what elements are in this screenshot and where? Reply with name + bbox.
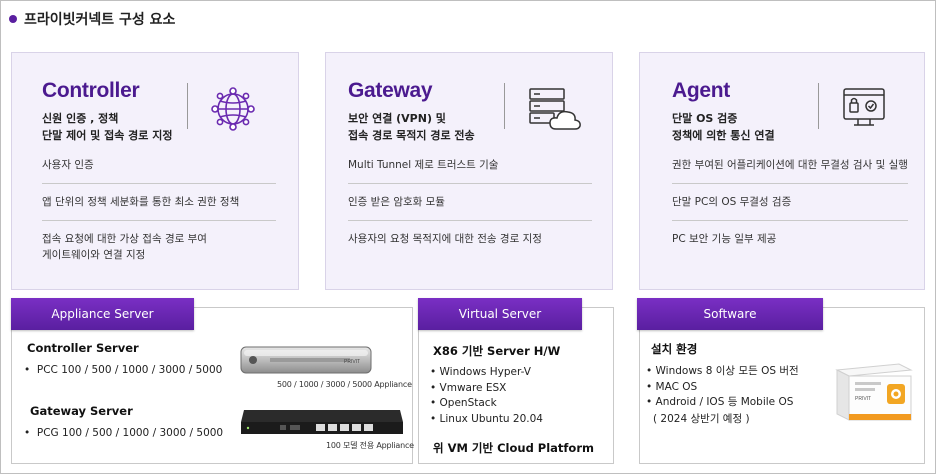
list-item: 접속 요청에 대한 가상 접속 경로 부여 게이트웨이와 연결 지정 [42,231,276,273]
list-item: MAC OS [646,380,799,396]
gateway-desc-line: 보안 연결 (VPN) 및 [348,112,446,125]
cloud-platform-label: 위 VM 기반 Cloud Platform [433,441,594,455]
controller-title: Controller [42,79,140,102]
agent-feature-list: 권한 부여된 어플리케이션에 대한 무결성 검사 및 실행 단말 PC의 OS … [672,157,908,267]
controller-models-text: PCC 100 / 500 / 1000 / 3000 / 5000 [36,364,223,376]
appliance-server-tab: Appliance Server [11,298,194,330]
list-item: Windows 8 이상 모든 OS 버전 [646,364,799,380]
controller-server-title: Controller Server [27,341,139,355]
controller-card: Controller 신원 인증 , 정책 단말 제어 및 접속 경로 지정 사… [11,52,299,290]
list-item: OpenStack [430,396,543,412]
agent-desc-line: 단말 OS 검증 [672,112,738,125]
title-bullet-icon [9,15,17,23]
page-title: 프라이빗커넥트 구성 요소 [9,9,175,29]
virtual-server-tab: Virtual Server [418,298,582,330]
list-item: 권한 부여된 어플리케이션에 대한 무결성 검사 및 실행 [672,157,908,184]
gateway-description: 보안 연결 (VPN) 및 접속 경로 목적지 경로 전송 [348,110,475,144]
gateway-server-models: • PCG 100 / 500 / 1000 / 3000 / 5000 [24,427,224,439]
list-item: 앱 단위의 정책 세분화를 통한 최소 권한 정책 [42,194,276,221]
agent-card: Agent 단말 OS 검증 정책에 의한 통신 연결 권한 부여된 어플리케이… [639,52,925,290]
gateway-appliance-image [241,410,403,434]
controller-desc-line: 신원 인증 , 정책 [42,112,119,125]
list-item: 인증 받은 암호화 모듈 [348,194,592,221]
gateway-card: Gateway 보안 연결 (VPN) 및 접속 경로 목적지 경로 전송 Mu… [325,52,613,290]
agent-title: Agent [672,79,730,102]
agent-description: 단말 OS 검증 정책에 의한 통신 연결 [672,110,775,144]
list-item-line: 게이트웨이와 연결 지정 [42,249,146,261]
gateway-desc-line: 접속 경로 목적지 경로 전송 [348,129,475,142]
gateway-server-title: Gateway Server [30,404,133,418]
controller-feature-list: 사용자 인증 앱 단위의 정책 세분화를 통한 최소 권한 정책 접속 요청에 … [42,157,276,283]
list-item: 단말 PC의 OS 무결성 검증 [672,194,908,221]
gateway-title: Gateway [348,79,433,102]
controller-desc-line: 단말 제어 및 접속 경로 지정 [42,129,173,142]
secure-device-icon [843,88,885,126]
list-item: PC 보안 기능 일부 제공 [672,233,777,245]
list-item-line: 접속 요청에 대한 가상 접속 경로 부여 [42,233,207,245]
software-package-image: PRIVIT [835,363,913,421]
virtual-server-title: X86 기반 Server H/W [433,344,561,358]
globe-network-icon [211,87,255,131]
mobile-schedule-note: ( 2024 상반기 예정 ) [653,413,750,425]
agent-desc-line: 정책에 의한 통신 연결 [672,129,775,142]
list-item: Multi Tunnel 제로 트러스트 기술 [348,157,592,184]
list-item: Linux Ubuntu 20.04 [430,412,543,428]
list-item: 사용자의 요청 목적지에 대한 전송 경로 지정 [348,233,542,245]
controller-description: 신원 인증 , 정책 단말 제어 및 접속 경로 지정 [42,110,172,144]
list-item: Android / IOS 등 Mobile OS [646,395,799,411]
divider [818,83,819,129]
appliance-label: PRIVIT [344,359,360,365]
controller-appliance-image: PRIVIT [240,346,372,374]
divider [504,83,505,129]
controller-server-models: • PCC 100 / 500 / 1000 / 3000 / 5000 [24,364,223,376]
software-os-list: Windows 8 이상 모든 OS 버전 MAC OS Android / I… [646,364,799,411]
virtual-platform-list: Windows Hyper-V Vmware ESX OpenStack Lin… [430,365,543,427]
gateway-appliance-caption: 100 모델 전용 Appliance [326,441,414,450]
divider [187,83,188,129]
install-env-title: 설치 환경 [651,342,698,356]
package-label: PRIVIT [855,396,871,402]
list-item: 사용자 인증 [42,157,276,184]
list-item: Windows Hyper-V [430,365,543,381]
software-tab: Software [637,298,823,330]
page-title-text: 프라이빗커넥트 구성 요소 [24,12,176,28]
controller-appliance-caption: 500 / 1000 / 3000 / 5000 Appliance [277,380,412,389]
list-item: Vmware ESX [430,381,543,397]
gateway-models-text: PCG 100 / 500 / 1000 / 3000 / 5000 [36,427,224,439]
gateway-feature-list: Multi Tunnel 제로 트러스트 기술 인증 받은 암호화 모듈 사용자… [348,157,592,267]
server-cloud-icon [529,88,581,130]
